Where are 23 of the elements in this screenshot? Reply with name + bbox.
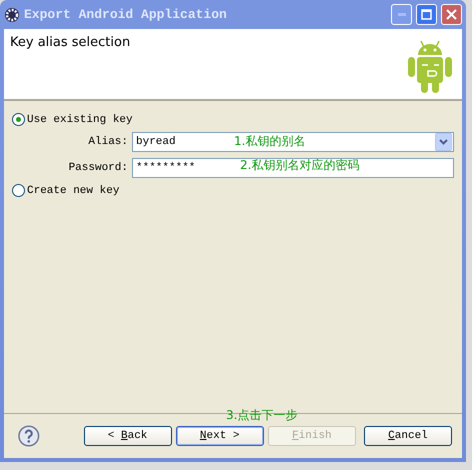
gear-icon	[4, 6, 20, 22]
annotation-text: 1.私钥的别名	[234, 133, 306, 150]
radio-button[interactable]	[12, 113, 25, 126]
chevron-down-icon	[439, 139, 448, 145]
field-label: Password:	[68, 162, 129, 174]
window-title: Export Android Application	[24, 7, 228, 22]
annotation-text: 2.私钥别名对应的密码	[240, 157, 360, 174]
annotation-text: 3.点击下一步	[226, 407, 298, 424]
wizard-button[interactable]: Cancel	[364, 426, 452, 446]
maximize-icon	[421, 9, 432, 20]
wizard-button[interactable]: < Back	[84, 426, 172, 446]
help-icon[interactable]	[18, 425, 40, 447]
maximize-button[interactable]	[416, 4, 437, 25]
minimize-icon	[398, 13, 406, 16]
wizard-button[interactable]: Next >	[176, 426, 264, 446]
close-icon	[446, 9, 457, 20]
option-label[interactable]: Use existing key	[27, 114, 133, 126]
radio-button[interactable]	[12, 184, 25, 197]
field-label: Alias:	[88, 136, 129, 148]
option-label[interactable]: Create new key	[27, 184, 120, 196]
page-title: Key alias selection	[10, 35, 130, 50]
minimize-button[interactable]	[391, 4, 412, 25]
close-button[interactable]	[441, 4, 462, 25]
